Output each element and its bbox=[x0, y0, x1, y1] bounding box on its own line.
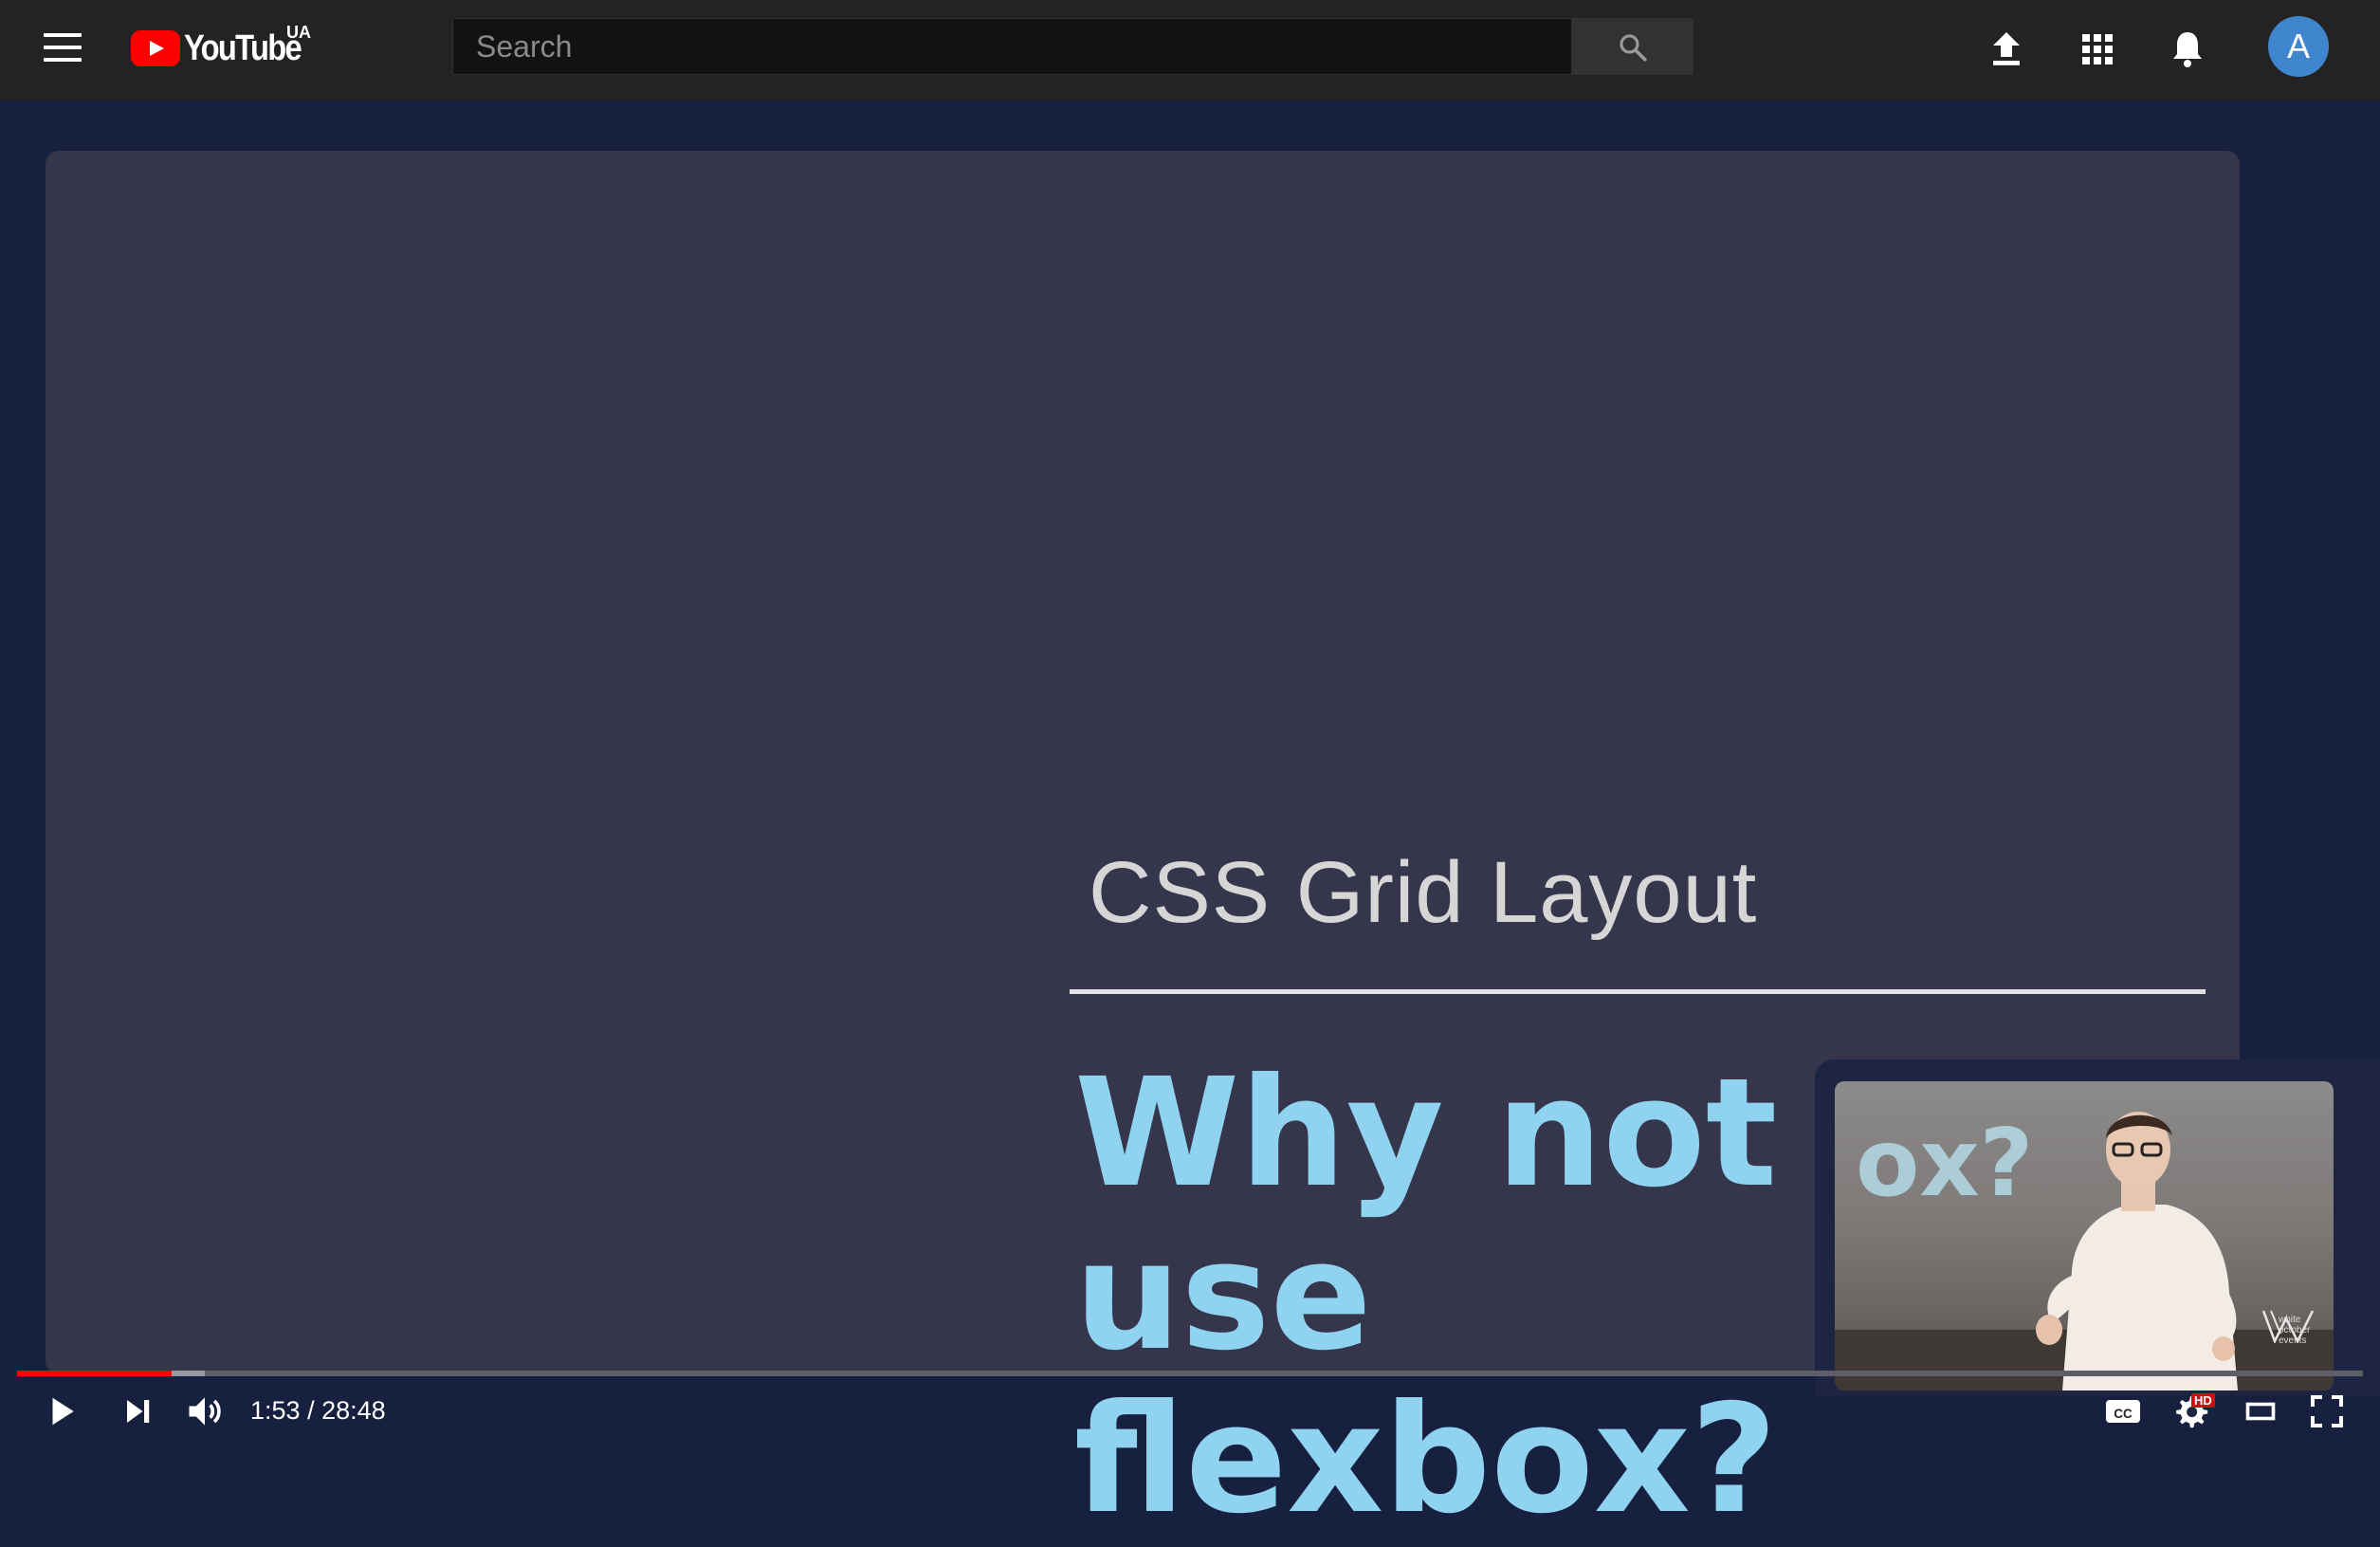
masthead: YouTube UA A bbox=[0, 0, 2380, 101]
picture-in-picture-video[interactable]: ox? white october events bbox=[1835, 1081, 2334, 1390]
apps-grid-icon[interactable] bbox=[2075, 27, 2120, 72]
fullscreen-icon[interactable] bbox=[2308, 1392, 2346, 1430]
youtube-logo[interactable]: YouTube UA bbox=[131, 23, 320, 72]
hd-badge: HD bbox=[2191, 1393, 2215, 1408]
logo-text: YouTube bbox=[184, 28, 302, 68]
search-button[interactable] bbox=[1572, 18, 1693, 75]
pip-watermark-text: white october events bbox=[2279, 1315, 2311, 1346]
speaker-figure bbox=[2036, 1112, 2238, 1390]
svg-text:CC: CC bbox=[2114, 1407, 2133, 1421]
search-box bbox=[452, 18, 1572, 75]
volume-icon[interactable] bbox=[184, 1390, 226, 1432]
play-icon[interactable] bbox=[44, 1392, 80, 1430]
time-display: 1:53 / 28:48 bbox=[250, 1396, 386, 1426]
country-code: UA bbox=[286, 23, 311, 42]
captions-icon[interactable]: CC bbox=[2103, 1394, 2143, 1428]
time-separator: / bbox=[300, 1396, 322, 1425]
theater-mode-icon[interactable] bbox=[2242, 1394, 2279, 1428]
duration: 28:48 bbox=[321, 1396, 386, 1425]
pip-overlay-text: ox? bbox=[1856, 1110, 2034, 1218]
search-icon bbox=[1620, 34, 1647, 62]
hamburger-menu-icon[interactable] bbox=[44, 33, 82, 65]
upload-icon[interactable] bbox=[1984, 27, 2029, 72]
avatar[interactable]: A bbox=[2268, 16, 2329, 77]
slide-divider bbox=[1070, 989, 2206, 994]
youtube-play-logo-icon bbox=[131, 30, 180, 66]
slide-title: CSS Grid Layout bbox=[1089, 844, 1758, 941]
current-time: 1:53 bbox=[250, 1396, 301, 1425]
search-input[interactable] bbox=[474, 28, 1571, 65]
progress-bar[interactable] bbox=[17, 1371, 2363, 1376]
next-icon[interactable] bbox=[121, 1394, 156, 1428]
progress-played bbox=[17, 1371, 173, 1376]
notifications-bell-icon[interactable] bbox=[2165, 27, 2210, 72]
